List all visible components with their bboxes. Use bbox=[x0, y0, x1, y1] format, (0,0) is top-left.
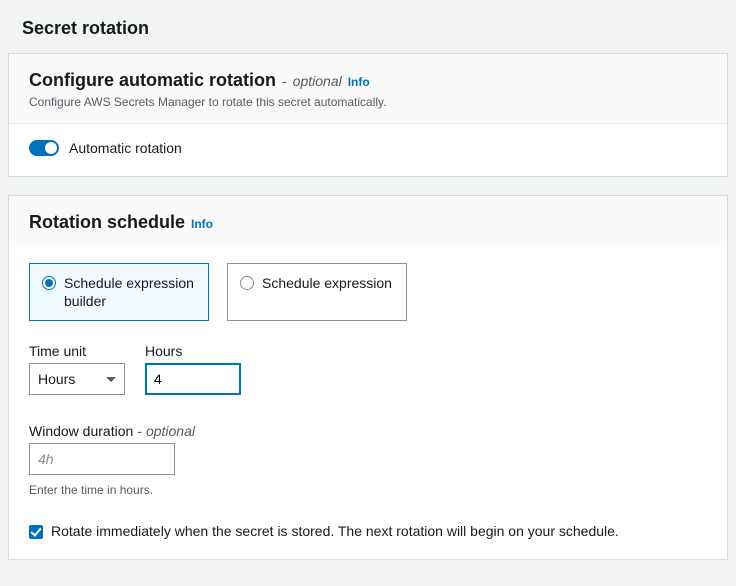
tile-expression[interactable]: Schedule expression bbox=[227, 263, 407, 321]
tile-expression-label: Schedule expression bbox=[262, 274, 392, 292]
dash: - bbox=[282, 73, 287, 89]
schedule-mode-tiles: Schedule expression builder Schedule exp… bbox=[29, 263, 707, 321]
rotate-immediately-label: Rotate immediately when the secret is st… bbox=[51, 523, 619, 539]
optional-label: optional bbox=[293, 73, 342, 89]
configure-rotation-panel: Configure automatic rotation - optional … bbox=[8, 53, 728, 177]
configure-title: Configure automatic rotation bbox=[29, 70, 276, 91]
rotation-schedule-panel: Rotation schedule Info Schedule expressi… bbox=[8, 195, 728, 560]
time-unit-select[interactable]: Hours bbox=[29, 363, 125, 395]
tile-expression-builder[interactable]: Schedule expression builder bbox=[29, 263, 209, 321]
schedule-title: Rotation schedule bbox=[29, 212, 185, 233]
window-duration-input[interactable] bbox=[29, 443, 175, 475]
time-unit-value: Hours bbox=[38, 371, 75, 387]
dash: - bbox=[137, 423, 142, 439]
time-unit-label: Time unit bbox=[29, 343, 125, 359]
hours-input[interactable] bbox=[145, 363, 241, 395]
rotate-immediately-checkbox[interactable] bbox=[29, 525, 43, 539]
window-optional-label: optional bbox=[146, 423, 195, 439]
page-title: Secret rotation bbox=[8, 0, 728, 53]
window-duration-label: Window duration bbox=[29, 423, 133, 439]
chevron-down-icon bbox=[106, 377, 116, 382]
window-helper-text: Enter the time in hours. bbox=[29, 483, 707, 497]
automatic-rotation-toggle[interactable] bbox=[29, 140, 59, 156]
schedule-info-link[interactable]: Info bbox=[191, 217, 213, 231]
tile-builder-label: Schedule expression builder bbox=[64, 274, 196, 310]
radio-icon bbox=[42, 276, 56, 290]
automatic-rotation-label: Automatic rotation bbox=[69, 140, 182, 156]
radio-icon bbox=[240, 276, 254, 290]
hours-label: Hours bbox=[145, 343, 241, 359]
configure-info-link[interactable]: Info bbox=[348, 75, 370, 89]
configure-desc: Configure AWS Secrets Manager to rotate … bbox=[29, 95, 707, 109]
